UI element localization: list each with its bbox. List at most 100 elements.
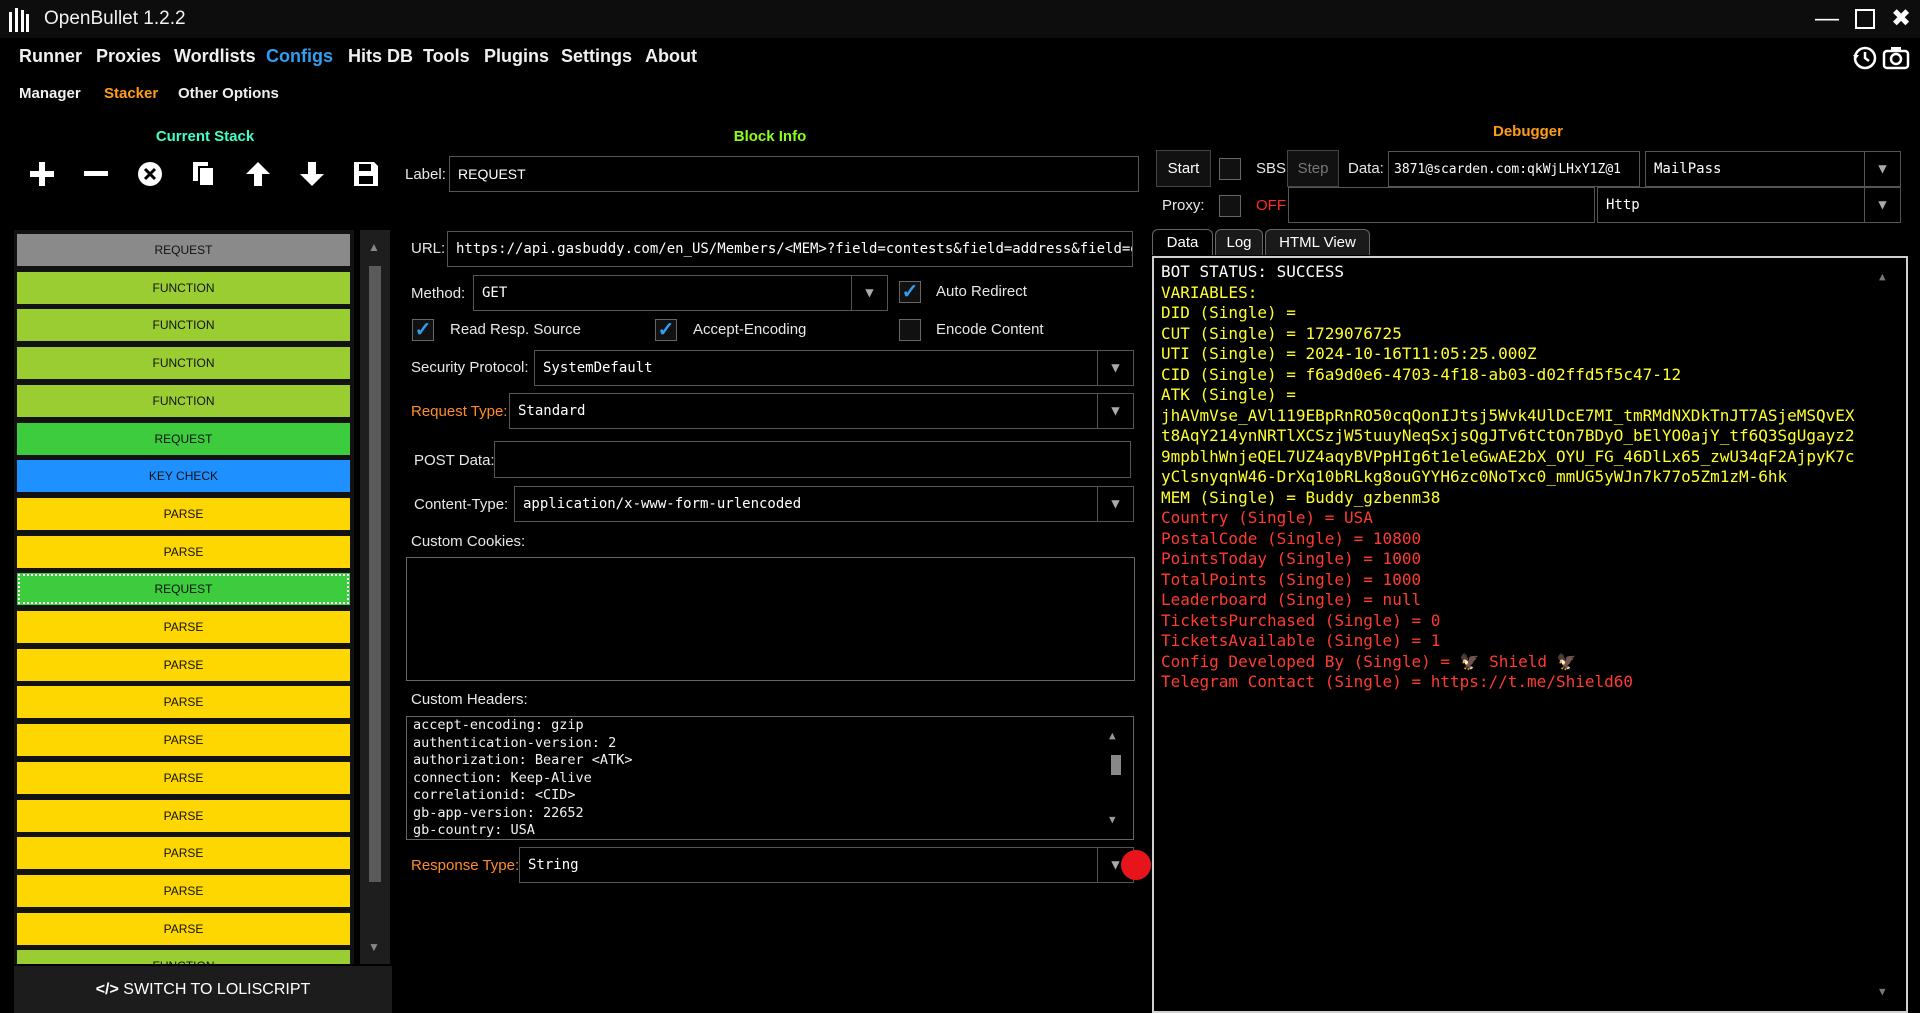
stack-block-request-gray[interactable]: REQUEST <box>17 234 350 266</box>
custom-cookies-textarea[interactable] <box>406 557 1135 681</box>
method-value: GET <box>482 285 508 301</box>
headers-scroll-up-icon[interactable]: ▲ <box>1109 729 1116 742</box>
submenu-manager[interactable]: Manager <box>19 85 81 102</box>
custom-headers-textarea[interactable]: accept-encoding: gzip authentication-ver… <box>406 716 1134 840</box>
history-icon[interactable] <box>1852 45 1878 71</box>
start-button[interactable]: Start <box>1156 150 1211 187</box>
stack-block-parse[interactable]: PARSE <box>17 874 350 907</box>
stack-scroll-thumb[interactable] <box>369 266 381 882</box>
security-protocol-select[interactable]: SystemDefault ▼ <box>534 350 1134 386</box>
menu-plugins[interactable]: Plugins <box>484 46 549 67</box>
url-caption: URL: <box>411 240 446 257</box>
output-line: ATK (Single) = <box>1161 385 1296 404</box>
output-line: TicketsAvailable (Single) = 1 <box>1161 631 1441 650</box>
submenu-stacker[interactable]: Stacker <box>104 85 158 102</box>
tab-log[interactable]: Log <box>1215 229 1263 255</box>
stack-block-function[interactable]: FUNCTION <box>17 271 350 304</box>
menu-tools[interactable]: Tools <box>423 46 470 67</box>
wordlist-type-select[interactable]: MailPass ▼ <box>1645 151 1901 187</box>
proxy-checkbox[interactable] <box>1219 195 1241 217</box>
stack-block-parse[interactable]: PARSE <box>17 611 350 643</box>
stack-block-parse[interactable]: PARSE <box>17 724 350 757</box>
label-input[interactable]: REQUEST <box>449 156 1139 192</box>
stack-block-parse[interactable]: PARSE <box>17 648 350 681</box>
copy-icon <box>193 162 215 187</box>
proxy-input[interactable] <box>1288 187 1595 223</box>
stack-block-keycheck[interactable]: KEY CHECK <box>17 460 350 493</box>
title-bar <box>0 0 1920 38</box>
stack-block-parse[interactable]: PARSE <box>17 686 350 719</box>
read-resp-source-checkbox[interactable] <box>412 319 434 341</box>
submenu-other-options[interactable]: Other Options <box>178 85 279 102</box>
remove-block-button[interactable] <box>76 157 116 191</box>
url-input[interactable]: https://api.gasbuddy.com/en_US/Members/<… <box>447 231 1133 267</box>
stack-block-function[interactable]: FUNCTION <box>17 950 350 964</box>
post-data-input[interactable] <box>494 441 1131 478</box>
tab-html-view[interactable]: HTML View <box>1265 229 1370 255</box>
menu-hits-db[interactable]: Hits DB <box>348 46 413 67</box>
scroll-up-icon[interactable]: ▲ <box>368 240 380 254</box>
encode-content-label: Encode Content <box>936 321 1044 338</box>
output-line: DID (Single) = <box>1161 303 1296 322</box>
menu-wordlists[interactable]: Wordlists <box>174 46 256 67</box>
response-type-select[interactable]: String ▼ <box>519 847 1134 883</box>
debugger-title: Debugger <box>1492 123 1563 140</box>
accept-encoding-checkbox[interactable] <box>655 319 677 341</box>
debugger-output[interactable]: ▲ ▼ BOT STATUS: SUCCESS VARIABLES: DID (Si… <box>1152 256 1908 1013</box>
minimize-icon[interactable]: — <box>1812 4 1842 34</box>
stack-block-request[interactable]: REQUEST <box>17 422 350 455</box>
wordlist-type-value: MailPass <box>1654 161 1722 177</box>
proxy-type-select[interactable]: Http ▼ <box>1597 187 1901 223</box>
chevron-down-icon: ▼ <box>1097 351 1133 385</box>
sbs-checkbox[interactable] <box>1219 158 1241 180</box>
stack-block-function[interactable]: FUNCTION <box>17 384 350 417</box>
menu-settings[interactable]: Settings <box>561 46 632 67</box>
request-type-select[interactable]: Standard ▼ <box>509 393 1134 429</box>
content-type-select[interactable]: application/x-www-form-urlencoded ▼ <box>514 486 1134 522</box>
menu-proxies[interactable]: Proxies <box>96 46 161 67</box>
menu-about[interactable]: About <box>645 46 697 67</box>
menu-configs[interactable]: Configs <box>266 46 333 67</box>
stack-block-parse[interactable]: PARSE <box>17 761 350 794</box>
stack-block-parse[interactable]: PARSE <box>17 535 350 568</box>
encode-content-checkbox[interactable] <box>899 319 921 341</box>
stack-block-function[interactable]: FUNCTION <box>17 347 350 380</box>
switch-to-loliscript-button[interactable]: </> SWITCH TO LOLISCRIPT <box>14 966 392 1013</box>
stack-block-parse[interactable]: PARSE <box>17 912 350 945</box>
camera-icon[interactable] <box>1882 45 1910 71</box>
add-block-button[interactable] <box>22 157 62 191</box>
post-data-caption: POST Data: <box>414 452 495 469</box>
stack-block-function[interactable]: FUNCTION <box>17 309 350 342</box>
save-config-button[interactable] <box>346 157 386 191</box>
clone-block-button[interactable] <box>184 157 224 191</box>
header-line: correlationid: <CID> <box>413 787 576 803</box>
headers-scroll-thumb[interactable] <box>1111 755 1121 775</box>
close-window-icon[interactable]: ✖ <box>1886 4 1916 34</box>
tab-data[interactable]: Data <box>1152 229 1213 255</box>
scroll-down-icon[interactable]: ▼ <box>368 940 380 954</box>
sbs-label: SBS <box>1256 160 1287 177</box>
app-title: OpenBullet 1.2.2 <box>44 8 186 29</box>
stack-block-parse[interactable]: PARSE <box>17 799 350 832</box>
output-scroll-up-icon[interactable]: ▲ <box>1879 270 1886 283</box>
test-data-input[interactable]: 3871@scarden.com:qkWjLHxY1Z@1 <box>1388 151 1640 187</box>
data-caption: Data: <box>1348 160 1384 177</box>
menu-runner[interactable]: Runner <box>19 46 82 67</box>
stack-block-parse[interactable]: PARSE <box>17 837 350 870</box>
headers-scroll-down-icon[interactable]: ▼ <box>1109 813 1116 826</box>
chevron-down-icon: ▼ <box>1097 394 1133 428</box>
move-down-button[interactable] <box>292 157 332 191</box>
switch-label: SWITCH TO LOLISCRIPT <box>123 981 311 998</box>
content-type-caption: Content-Type: <box>414 496 509 513</box>
clear-stack-button[interactable] <box>130 157 170 191</box>
stack-block-request[interactable]: REQUEST <box>17 573 350 606</box>
step-button[interactable]: Step <box>1287 150 1339 187</box>
stack-block-parse[interactable]: PARSE <box>17 497 350 530</box>
response-type-caption: Response Type: <box>411 857 520 874</box>
move-up-button[interactable] <box>238 157 278 191</box>
auto-redirect-checkbox[interactable] <box>899 281 921 303</box>
read-resp-source-label: Read Resp. Source <box>450 321 581 338</box>
output-scroll-down-icon[interactable]: ▼ <box>1879 985 1886 998</box>
maximize-icon[interactable] <box>1850 4 1880 34</box>
method-select[interactable]: GET ▼ <box>473 275 888 311</box>
